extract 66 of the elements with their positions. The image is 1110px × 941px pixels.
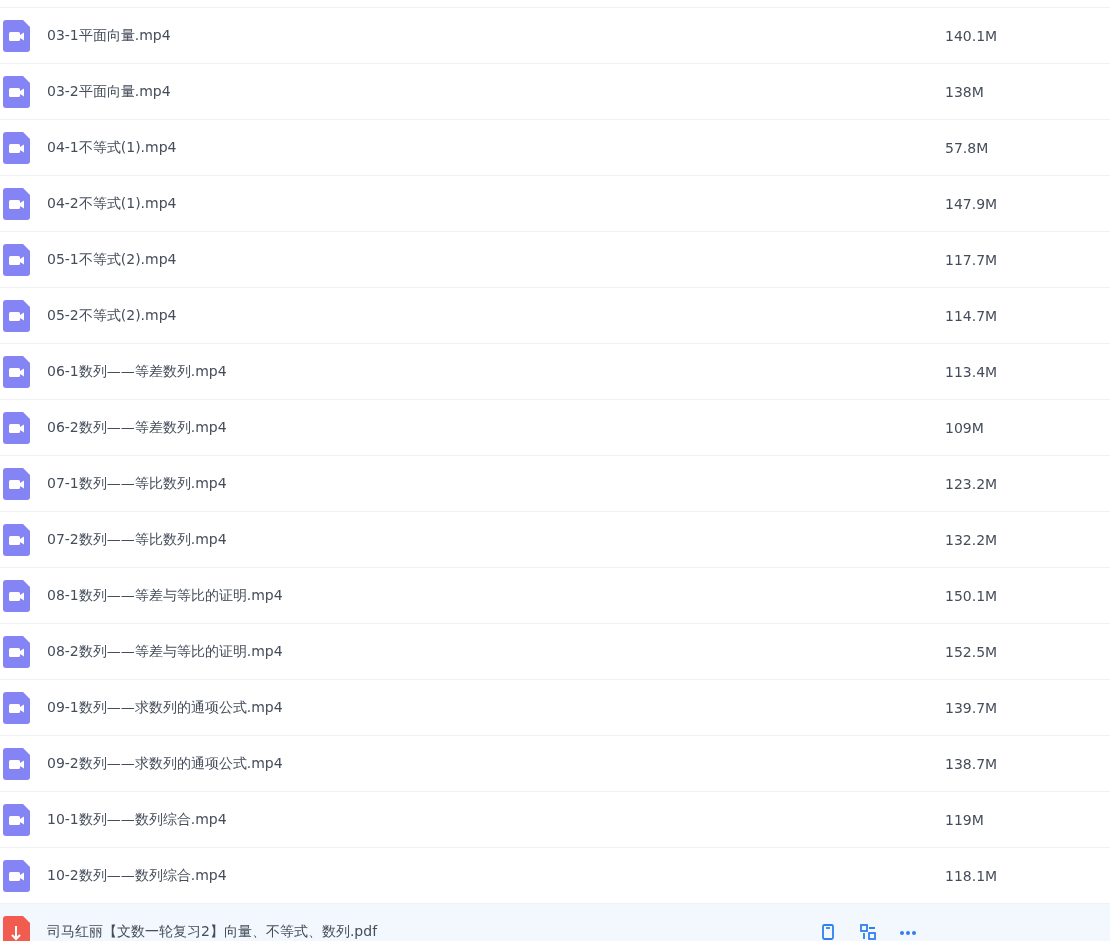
video-file-icon xyxy=(3,803,30,836)
file-row[interactable]: 07-1数列——等比数列.mp4 123.2M xyxy=(0,456,1110,512)
file-row[interactable]: 04-1不等式(1).mp4 57.8M xyxy=(0,120,1110,176)
file-row[interactable]: 07-2数列——等比数列.mp4 132.2M xyxy=(0,512,1110,568)
video-file-icon xyxy=(3,523,30,556)
video-file-icon xyxy=(3,131,30,164)
file-size: 123.2M xyxy=(945,475,999,492)
video-file-icon xyxy=(3,75,30,108)
file-row[interactable]: 06-1数列——等差数列.mp4 113.4M xyxy=(0,344,1110,400)
file-name[interactable]: 04-2不等式(1).mp4 xyxy=(47,194,917,213)
file-row[interactable]: 09-2数列——求数列的通项公式.mp4 138.7M xyxy=(0,736,1110,792)
file-size: 118.1M xyxy=(945,867,999,884)
file-row[interactable]: 05-1不等式(2).mp4 117.7M xyxy=(0,232,1110,288)
file-row[interactable]: 08-1数列——等差与等比的证明.mp4 150.1M xyxy=(0,568,1110,624)
file-name[interactable]: 03-1平面向量.mp4 xyxy=(47,26,917,45)
video-file-icon xyxy=(3,187,30,220)
file-row[interactable]: 08-2数列——等差与等比的证明.mp4 152.5M xyxy=(0,624,1110,680)
file-name[interactable]: 09-1数列——求数列的通项公式.mp4 xyxy=(47,698,917,717)
file-name[interactable]: 05-1不等式(2).mp4 xyxy=(47,250,917,269)
file-size: 57.8M xyxy=(945,139,990,156)
video-file-icon xyxy=(3,411,30,444)
file-name[interactable]: 04-1不等式(1).mp4 xyxy=(47,138,917,157)
file-size: 114.7M xyxy=(945,307,999,324)
file-name[interactable]: 10-1数列——数列综合.mp4 xyxy=(47,810,917,829)
file-row[interactable]: 09-1数列——求数列的通项公式.mp4 139.7M xyxy=(0,680,1110,736)
file-name[interactable]: 03-2平面向量.mp4 xyxy=(47,82,917,101)
file-name[interactable]: 09-2数列——求数列的通项公式.mp4 xyxy=(47,754,917,773)
video-file-icon xyxy=(3,19,30,52)
file-size: 109M xyxy=(945,419,985,436)
video-file-icon xyxy=(3,691,30,724)
file-size: 150.1M xyxy=(945,587,999,604)
video-file-icon xyxy=(3,635,30,668)
video-file-icon xyxy=(3,299,30,332)
file-row[interactable]: 04-2不等式(1).mp4 147.9M xyxy=(0,176,1110,232)
video-file-icon xyxy=(3,467,30,500)
file-size: 138.7M xyxy=(945,755,999,772)
file-name[interactable]: 06-2数列——等差数列.mp4 xyxy=(47,418,917,437)
file-size: 140.1M xyxy=(945,27,999,44)
file-name[interactable]: 05-2不等式(2).mp4 xyxy=(47,306,917,325)
video-file-icon xyxy=(3,747,30,780)
file-size: 139.7M xyxy=(945,699,999,716)
file-size: 117.7M xyxy=(945,251,999,268)
file-size: 113.4M xyxy=(945,363,999,380)
file-size: 147.9M xyxy=(945,195,999,212)
video-file-icon xyxy=(3,859,30,892)
file-name[interactable]: 07-1数列——等比数列.mp4 xyxy=(47,474,917,493)
video-file-icon xyxy=(3,243,30,276)
file-row[interactable]: 03-1平面向量.mp4 140.1M xyxy=(0,8,1110,64)
file-size: 138M xyxy=(945,83,985,100)
file-name[interactable]: 08-2数列——等差与等比的证明.mp4 xyxy=(47,642,917,661)
file-row[interactable]: 10-1数列——数列综合.mp4 119M xyxy=(0,792,1110,848)
file-name[interactable]: 司马红丽【文数一轮复习2】向量、不等式、数列.pdf xyxy=(47,922,819,941)
file-name[interactable]: 10-2数列——数列综合.mp4 xyxy=(47,866,917,885)
file-name[interactable]: 08-1数列——等差与等比的证明.mp4 xyxy=(47,586,917,605)
file-row-highlight[interactable]: 司马红丽【文数一轮复习2】向量、不等式、数列.pdf xyxy=(0,904,1110,941)
file-row[interactable]: 03-2平面向量.mp4 138M xyxy=(0,64,1110,120)
file-row[interactable]: 05-2不等式(2).mp4 114.7M xyxy=(0,288,1110,344)
file-size: 119M xyxy=(945,811,985,828)
file-name[interactable]: 06-1数列——等差数列.mp4 xyxy=(47,362,917,381)
video-file-icon xyxy=(3,355,30,388)
file-name[interactable]: 07-2数列——等比数列.mp4 xyxy=(47,530,917,549)
file-size: 132.2M xyxy=(945,531,999,548)
video-file-icon xyxy=(3,579,30,612)
file-row[interactable]: 06-2数列——等差数列.mp4 109M xyxy=(0,400,1110,456)
pdf-file-icon xyxy=(3,915,30,941)
file-size: 152.5M xyxy=(945,643,999,660)
